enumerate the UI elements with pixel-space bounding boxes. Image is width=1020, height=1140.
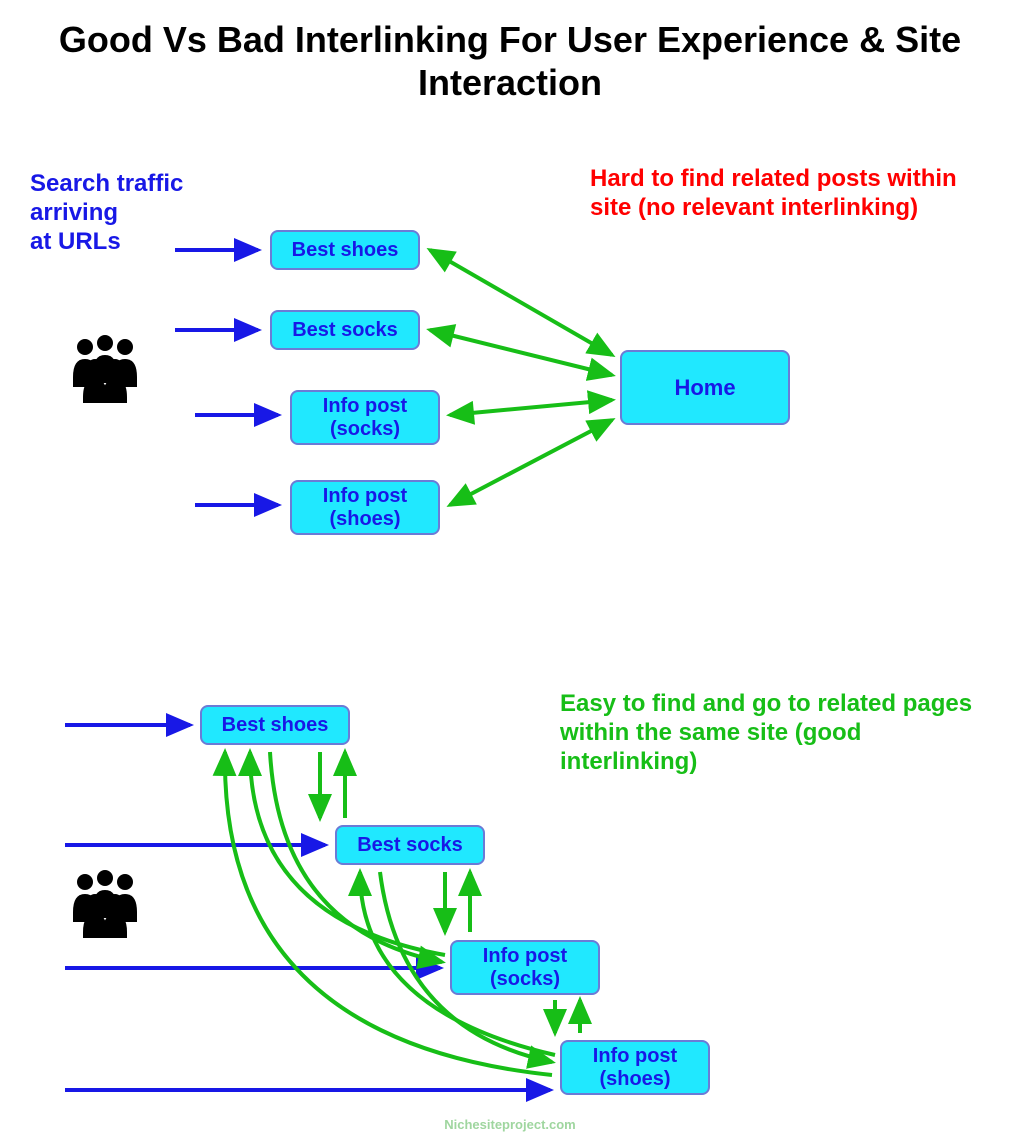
node-good-best-shoes: Best shoes: [200, 705, 350, 745]
people-icon: [55, 870, 155, 945]
node-bad-best-socks: Best socks: [270, 310, 420, 350]
diagram-title: Good Vs Bad Interlinking For User Experi…: [0, 18, 1020, 104]
node-good-info-shoes: Info post (shoes): [560, 1040, 710, 1095]
node-bad-info-shoes: Info post (shoes): [290, 480, 440, 535]
node-bad-info-socks: Info post (socks): [290, 390, 440, 445]
node-bad-best-shoes: Best shoes: [270, 230, 420, 270]
node-home: Home: [620, 350, 790, 425]
traffic-label: Search traffic arriving at URLs: [30, 170, 235, 256]
footer-credit: Nichesiteproject.com: [0, 1117, 1020, 1132]
node-good-best-socks: Best socks: [335, 825, 485, 865]
people-icon: [55, 335, 155, 410]
node-good-info-socks: Info post (socks): [450, 940, 600, 995]
bad-label: Hard to find related posts within site (…: [590, 165, 990, 223]
good-label: Easy to find and go to related pages wit…: [560, 690, 980, 776]
